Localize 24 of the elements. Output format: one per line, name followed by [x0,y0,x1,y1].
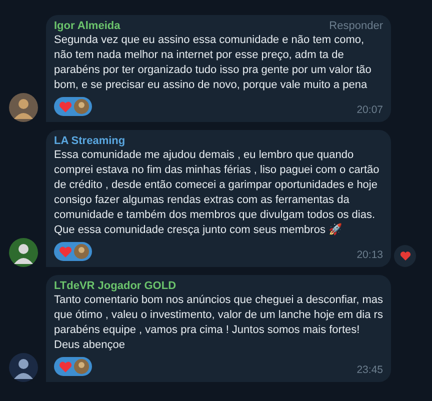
reaction-button[interactable] [54,242,92,261]
author-name[interactable]: LA Streaming [54,135,126,147]
author-name[interactable]: Igor Almeida [54,20,120,32]
heart-icon [400,251,410,261]
reaction-button[interactable] [54,97,92,116]
avatar[interactable] [9,353,38,382]
reply-link[interactable]: Responder [329,20,383,32]
reactor-avatar [74,359,89,374]
message-time: 23:45 [356,364,383,376]
heart-icon [59,246,72,258]
quick-reaction-button[interactable] [394,245,416,267]
message-time: 20:13 [356,249,383,261]
message-text: Tanto comentario bom nos anúncios que cheguei a desconfiar, mas que ótimo , valeu o investimento, valor de um lanche hoje em dia rs parabéns equipe , vamos pra cima ! Juntos somos mais fortes! Deus abençoe [54,293,383,353]
avatar[interactable] [9,238,38,267]
message-text: Segunda vez que eu assino essa comunidade e não tem como, não tem nada melhor na internet por esse preço, adm ta de parabéns por ter organizado tudo isso pra gente por um valor tão bom, e se precisar eu assino de novo, porque vale muito a pena [54,33,372,93]
message-time: 20:07 [356,104,383,116]
author-name[interactable]: LTdeVR Jogador GOLD [54,280,176,292]
avatar[interactable] [9,93,38,122]
message-text: Essa comunidade me ajudou demais , eu lembro que quando comprei estava no fim das minhas férias , liso paguei com o cartão de crédito , desde então comecei a garimpar oportunidades e hoje consigo fazer algumas rendas extras com as ferramentas da comunidade e também dos membros que divulgam todos os dias. Que essa comunidade cresça junto com seus membros 🚀 [54,148,380,238]
heart-icon [59,360,72,372]
reactor-avatar [74,244,89,259]
reaction-button[interactable] [54,357,92,376]
heart-icon [59,100,72,112]
reactor-avatar [74,99,89,114]
